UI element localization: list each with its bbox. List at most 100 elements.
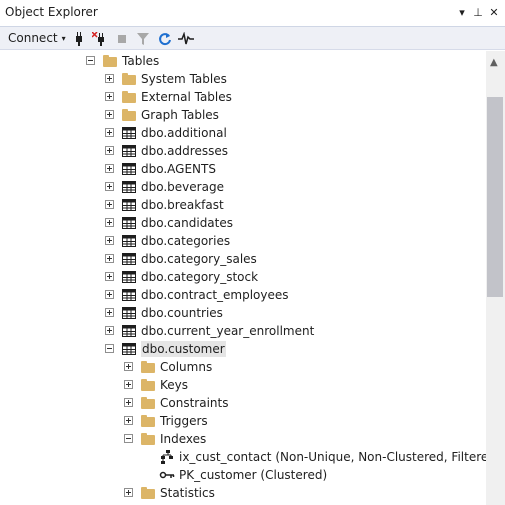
filter-icon — [137, 32, 149, 45]
collapse-toggle[interactable] — [86, 56, 95, 65]
scrollbar-thumb[interactable] — [487, 97, 503, 297]
connect-object-explorer-button[interactable] — [70, 30, 88, 47]
expand-toggle[interactable] — [105, 164, 114, 173]
table-icon — [121, 233, 137, 249]
tree-node-table[interactable]: dbo.addresses — [0, 142, 486, 160]
pin-icon[interactable]: ⊥ — [470, 4, 486, 22]
expand-toggle[interactable] — [105, 326, 114, 335]
tree-node-table[interactable]: dbo.current_year_enrollment — [0, 322, 486, 340]
expand-toggle[interactable] — [105, 74, 114, 83]
tree-node-triggers[interactable]: Triggers — [0, 412, 486, 430]
tree-node-table[interactable]: dbo.category_sales — [0, 250, 486, 268]
tree-node-index-pk-customer[interactable]: PK_customer (Clustered) — [0, 466, 486, 484]
tree-node-table[interactable]: dbo.beverage — [0, 178, 486, 196]
collapse-toggle[interactable] — [105, 344, 114, 353]
table-icon — [121, 251, 137, 267]
table-icon — [121, 323, 137, 339]
tree-node-index-ix-cust-contact[interactable]: ix_cust_contact (Non-Unique, Non-Cluster… — [0, 448, 486, 466]
tree-node-label: PK_customer (Clustered) — [179, 468, 328, 482]
expand-toggle[interactable] — [124, 380, 133, 389]
stop-icon — [118, 34, 126, 43]
tree-node-table[interactable]: dbo.AGENTS — [0, 160, 486, 178]
tree-node-statistics[interactable]: Statistics — [0, 484, 486, 502]
expand-toggle[interactable] — [105, 236, 114, 245]
folder-icon — [121, 71, 137, 87]
expand-toggle[interactable] — [105, 146, 114, 155]
expand-toggle[interactable] — [105, 182, 114, 191]
expand-toggle[interactable] — [124, 362, 133, 371]
tree-node-label: dbo.breakfast — [141, 198, 224, 212]
expand-toggle[interactable] — [105, 128, 114, 137]
tree-node-label: dbo.category_stock — [141, 270, 259, 284]
disconnect-plug-icon — [92, 31, 104, 46]
tree-node-indexes[interactable]: Indexes — [0, 430, 486, 448]
refresh-icon — [159, 32, 171, 45]
stop-button[interactable] — [113, 30, 131, 47]
tree-node-graph-tables[interactable]: Graph Tables — [0, 106, 486, 124]
object-explorer-titlebar: Object Explorer ▾ ⊥ ✕ — [0, 0, 505, 27]
disconnect-button[interactable] — [91, 30, 109, 47]
tree-node-table[interactable]: dbo.additional — [0, 124, 486, 142]
table-icon — [121, 161, 137, 177]
key-icon — [159, 467, 175, 483]
expand-toggle[interactable] — [105, 92, 114, 101]
expand-toggle[interactable] — [124, 488, 133, 497]
table-icon — [121, 215, 137, 231]
tree-node-external-tables[interactable]: External Tables — [0, 88, 486, 106]
expand-toggle[interactable] — [105, 218, 114, 227]
scroll-up-icon[interactable]: ▲ — [490, 57, 498, 68]
expand-toggle[interactable] — [105, 110, 114, 119]
table-icon — [121, 125, 137, 141]
close-button[interactable]: ✕ — [486, 4, 502, 22]
tree-node-system-tables[interactable]: System Tables — [0, 70, 486, 88]
tree-node-label: Statistics — [160, 486, 215, 500]
window-dropdown-button[interactable]: ▾ — [454, 4, 470, 22]
object-explorer-tree: Tables System Tables External Tables Gra… — [0, 51, 486, 505]
table-icon — [121, 287, 137, 303]
tree-node-label: Indexes — [160, 432, 207, 446]
vertical-scrollbar[interactable]: ▲ — [486, 51, 505, 505]
refresh-button[interactable] — [156, 30, 174, 47]
expand-toggle[interactable] — [105, 200, 114, 209]
table-icon — [121, 269, 137, 285]
tree-node-table[interactable]: dbo.category_stock — [0, 268, 486, 286]
tree-node-label: dbo.categories — [141, 234, 231, 248]
window-title: Object Explorer — [5, 5, 98, 19]
folder-icon — [102, 53, 118, 69]
tree-node-table[interactable]: dbo.categories — [0, 232, 486, 250]
table-icon — [121, 143, 137, 159]
tree-node-table[interactable]: dbo.countries — [0, 304, 486, 322]
tree-node-label: External Tables — [141, 90, 232, 104]
tree-node-constraints[interactable]: Constraints — [0, 394, 486, 412]
plug-icon — [76, 31, 82, 46]
expand-toggle[interactable] — [105, 290, 114, 299]
tree-node-label: dbo.contract_employees — [141, 288, 289, 302]
tree-node-table[interactable]: dbo.candidates — [0, 214, 486, 232]
table-icon — [121, 305, 137, 321]
tree-node-label: Columns — [160, 360, 213, 374]
tree-node-label: Constraints — [160, 396, 229, 410]
filter-button[interactable] — [134, 30, 152, 47]
object-explorer-toolbar: Connect ▾ — [0, 27, 505, 50]
connect-label: Connect — [8, 31, 58, 45]
table-icon — [121, 179, 137, 195]
expand-toggle[interactable] — [124, 416, 133, 425]
expand-toggle[interactable] — [124, 398, 133, 407]
tree-node-table[interactable]: dbo.breakfast — [0, 196, 486, 214]
collapse-toggle[interactable] — [124, 434, 133, 443]
expand-toggle[interactable] — [105, 308, 114, 317]
tree-node-keys[interactable]: Keys — [0, 376, 486, 394]
tree-node-label: Keys — [160, 378, 189, 392]
tree-node-label: dbo.beverage — [141, 180, 224, 194]
tree-node-tables[interactable]: Tables — [0, 52, 486, 70]
activity-monitor-button[interactable] — [177, 30, 195, 47]
tree-node-label: dbo.customer — [141, 341, 226, 357]
tree-node-dbo-customer[interactable]: dbo.customer — [0, 340, 486, 358]
table-icon — [121, 197, 137, 213]
expand-toggle[interactable] — [105, 272, 114, 281]
tree-node-columns[interactable]: Columns — [0, 358, 486, 376]
tree-node-table[interactable]: dbo.contract_employees — [0, 286, 486, 304]
connect-button[interactable]: Connect ▾ — [4, 29, 70, 48]
expand-toggle[interactable] — [105, 254, 114, 263]
tree-node-label: dbo.AGENTS — [141, 162, 216, 176]
